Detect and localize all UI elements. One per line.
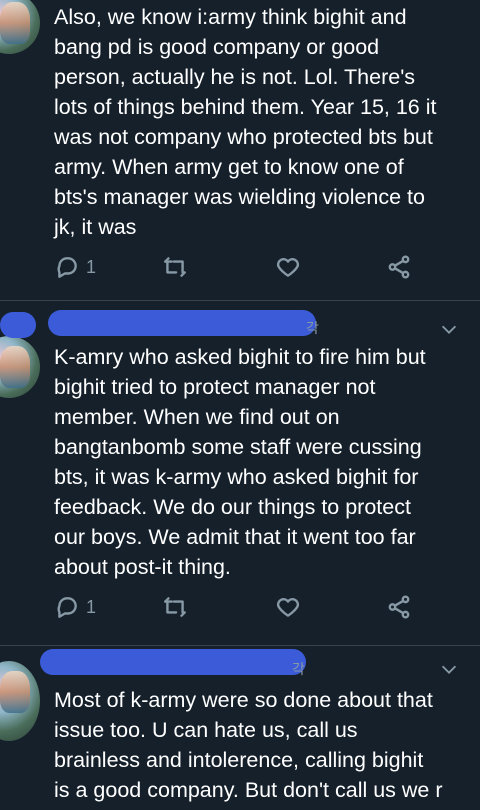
timestamp: 각 [292, 661, 305, 677]
retweet-icon [164, 597, 186, 617]
tweet-actions: 1 [0, 592, 480, 622]
tweet-2[interactable]: 각 K-amry who asked bighit to fire him bu… [0, 300, 480, 645]
redacted-username [0, 312, 36, 338]
heart-icon [276, 258, 300, 277]
tweet-1[interactable]: Also, we know i:army think bighit and ba… [0, 0, 480, 300]
reply-count: 1 [86, 596, 97, 617]
reply-icon [57, 257, 77, 278]
share-button[interactable] [386, 252, 412, 282]
tweet-text: K-amry who asked bighit to fire him but … [54, 345, 426, 579]
more-button[interactable] [438, 658, 460, 685]
retweet-button[interactable] [162, 592, 188, 622]
avatar[interactable] [0, 661, 40, 741]
redacted-username [40, 649, 306, 675]
redacted-username [48, 310, 316, 336]
retweet-button[interactable] [162, 252, 188, 282]
timestamp: 각 [306, 320, 319, 336]
more-button[interactable] [438, 318, 460, 345]
retweet-icon [164, 257, 186, 277]
tweet-actions: 1 [0, 252, 480, 282]
tweet-3[interactable]: 각 Most of k-army were so done about that… [0, 645, 480, 810]
tweet-text: Most of k-army were so done about that i… [54, 688, 443, 802]
reply-button[interactable]: 1 [54, 252, 96, 282]
avatar[interactable] [0, 0, 40, 54]
share-icon [388, 255, 410, 279]
reply-icon [57, 597, 77, 618]
like-button[interactable] [275, 252, 301, 282]
reply-button[interactable]: 1 [54, 592, 96, 622]
share-button[interactable] [386, 592, 412, 622]
chevron-down-icon [441, 665, 457, 674]
like-button[interactable] [275, 592, 301, 622]
share-icon [388, 595, 410, 619]
chevron-down-icon [441, 325, 457, 334]
heart-icon [276, 598, 300, 617]
avatar[interactable] [0, 336, 40, 398]
reply-count: 1 [86, 256, 97, 277]
tweet-text: Also, we know i:army think bighit and ba… [54, 5, 437, 239]
